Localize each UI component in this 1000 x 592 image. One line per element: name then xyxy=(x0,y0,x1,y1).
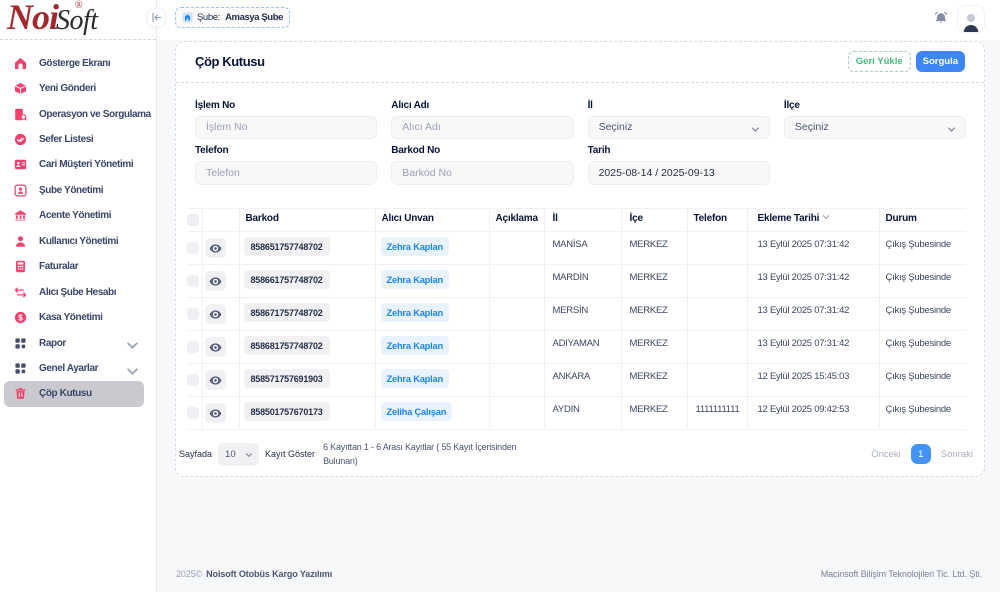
svg-text:$: $ xyxy=(18,313,23,322)
